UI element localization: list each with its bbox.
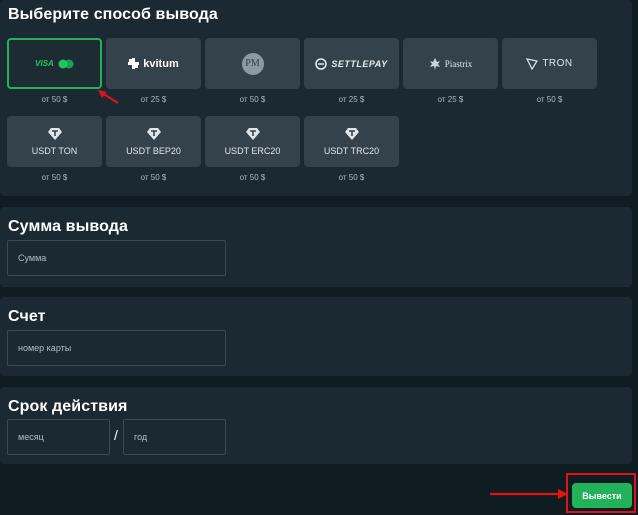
method-usdt-ton[interactable]: USDT TON от 50 $ (7, 116, 102, 182)
method-usdt-bep20[interactable]: USDT BEP20 от 50 $ (106, 116, 201, 182)
perfect-money-logo: PM (241, 52, 264, 75)
method-piastrix-tile[interactable]: Piastrix (403, 38, 498, 89)
method-kvitum-min: от 25 $ (140, 95, 167, 104)
expiry-title: Срок действия (8, 398, 128, 415)
amount-title: Сумма вывода (8, 218, 128, 235)
methods-title: Выберите способ вывода (8, 6, 218, 23)
card-number-input[interactable] (7, 330, 226, 366)
method-settlepay-tile[interactable]: SETTLEPAY (304, 38, 399, 89)
method-usdt-ton-tile[interactable]: USDT TON (7, 116, 102, 167)
usdt-ton-label: USDT TON (31, 145, 78, 156)
piastrix-icon (429, 57, 440, 70)
tether-icon (245, 127, 260, 140)
tron-icon (526, 57, 539, 70)
amount-panel: Сумма вывода (0, 207, 632, 287)
mastercard-icon (58, 59, 74, 68)
method-usdt-bep20-min: от 50 $ (140, 173, 167, 182)
expiry-year-input[interactable] (123, 419, 226, 455)
kvitum-icon (128, 58, 140, 69)
tron-logo: TRON (542, 58, 573, 69)
annotation-arrow-visa (98, 90, 119, 104)
method-perfect-money-min: от 50 $ (239, 95, 266, 104)
method-usdt-trc20-min: от 50 $ (338, 173, 365, 182)
amount-input[interactable] (7, 240, 226, 276)
method-kvitum[interactable]: kvitum от 25 $ (106, 38, 201, 104)
method-perfect-money-tile[interactable]: PM (205, 38, 300, 89)
method-tron-tile[interactable]: TRON (502, 38, 597, 89)
method-visa[interactable]: VISA от 50 $ (7, 38, 102, 104)
method-perfect-money[interactable]: PM от 50 $ (205, 38, 300, 104)
withdrawal-method-panel: Выберите способ вывода VISA от 50 $ kvit… (0, 0, 632, 196)
method-settlepay[interactable]: SETTLEPAY от 25 $ (304, 38, 399, 104)
annotation-arrow-submit (490, 489, 568, 499)
method-tron[interactable]: TRON от 50 $ (502, 38, 597, 104)
withdraw-button[interactable]: Вывести (572, 483, 632, 508)
method-usdt-bep20-tile[interactable]: USDT BEP20 (106, 116, 201, 167)
visa-logo: VISA (35, 59, 54, 68)
tether-icon (146, 127, 161, 140)
usdt-bep20-label: USDT BEP20 (126, 145, 181, 156)
method-usdt-trc20[interactable]: USDT TRC20 от 50 $ (304, 116, 399, 182)
method-usdt-trc20-tile[interactable]: USDT TRC20 (304, 116, 399, 167)
settlepay-icon (315, 57, 328, 70)
settlepay-logo: SETTLEPAY (331, 58, 388, 69)
account-panel: Счет (0, 297, 632, 376)
method-piastrix[interactable]: Piastrix от 25 $ (403, 38, 498, 104)
expiry-panel: Срок действия / (0, 387, 632, 464)
method-piastrix-min: от 25 $ (437, 95, 464, 104)
method-usdt-erc20-tile[interactable]: USDT ERC20 (205, 116, 300, 167)
usdt-erc20-label: USDT ERC20 (224, 145, 281, 156)
expiry-month-input[interactable] (7, 419, 110, 455)
method-settlepay-min: от 25 $ (338, 95, 365, 104)
method-tron-min: от 50 $ (536, 95, 563, 104)
usdt-trc20-label: USDT TRC20 (323, 145, 380, 156)
method-kvitum-tile[interactable]: kvitum (106, 38, 201, 89)
method-visa-min: от 50 $ (41, 95, 68, 104)
kvitum-logo: kvitum (143, 57, 179, 70)
piastrix-logo: Piastrix (444, 58, 473, 69)
method-usdt-erc20-min: от 50 $ (239, 173, 266, 182)
method-usdt-ton-min: от 50 $ (41, 173, 68, 182)
method-visa-tile[interactable]: VISA (7, 38, 102, 89)
method-usdt-erc20[interactable]: USDT ERC20 от 50 $ (205, 116, 300, 182)
expiry-separator: / (114, 427, 118, 443)
account-title: Счет (8, 308, 46, 325)
tether-icon (344, 127, 359, 140)
tether-icon (47, 127, 62, 140)
